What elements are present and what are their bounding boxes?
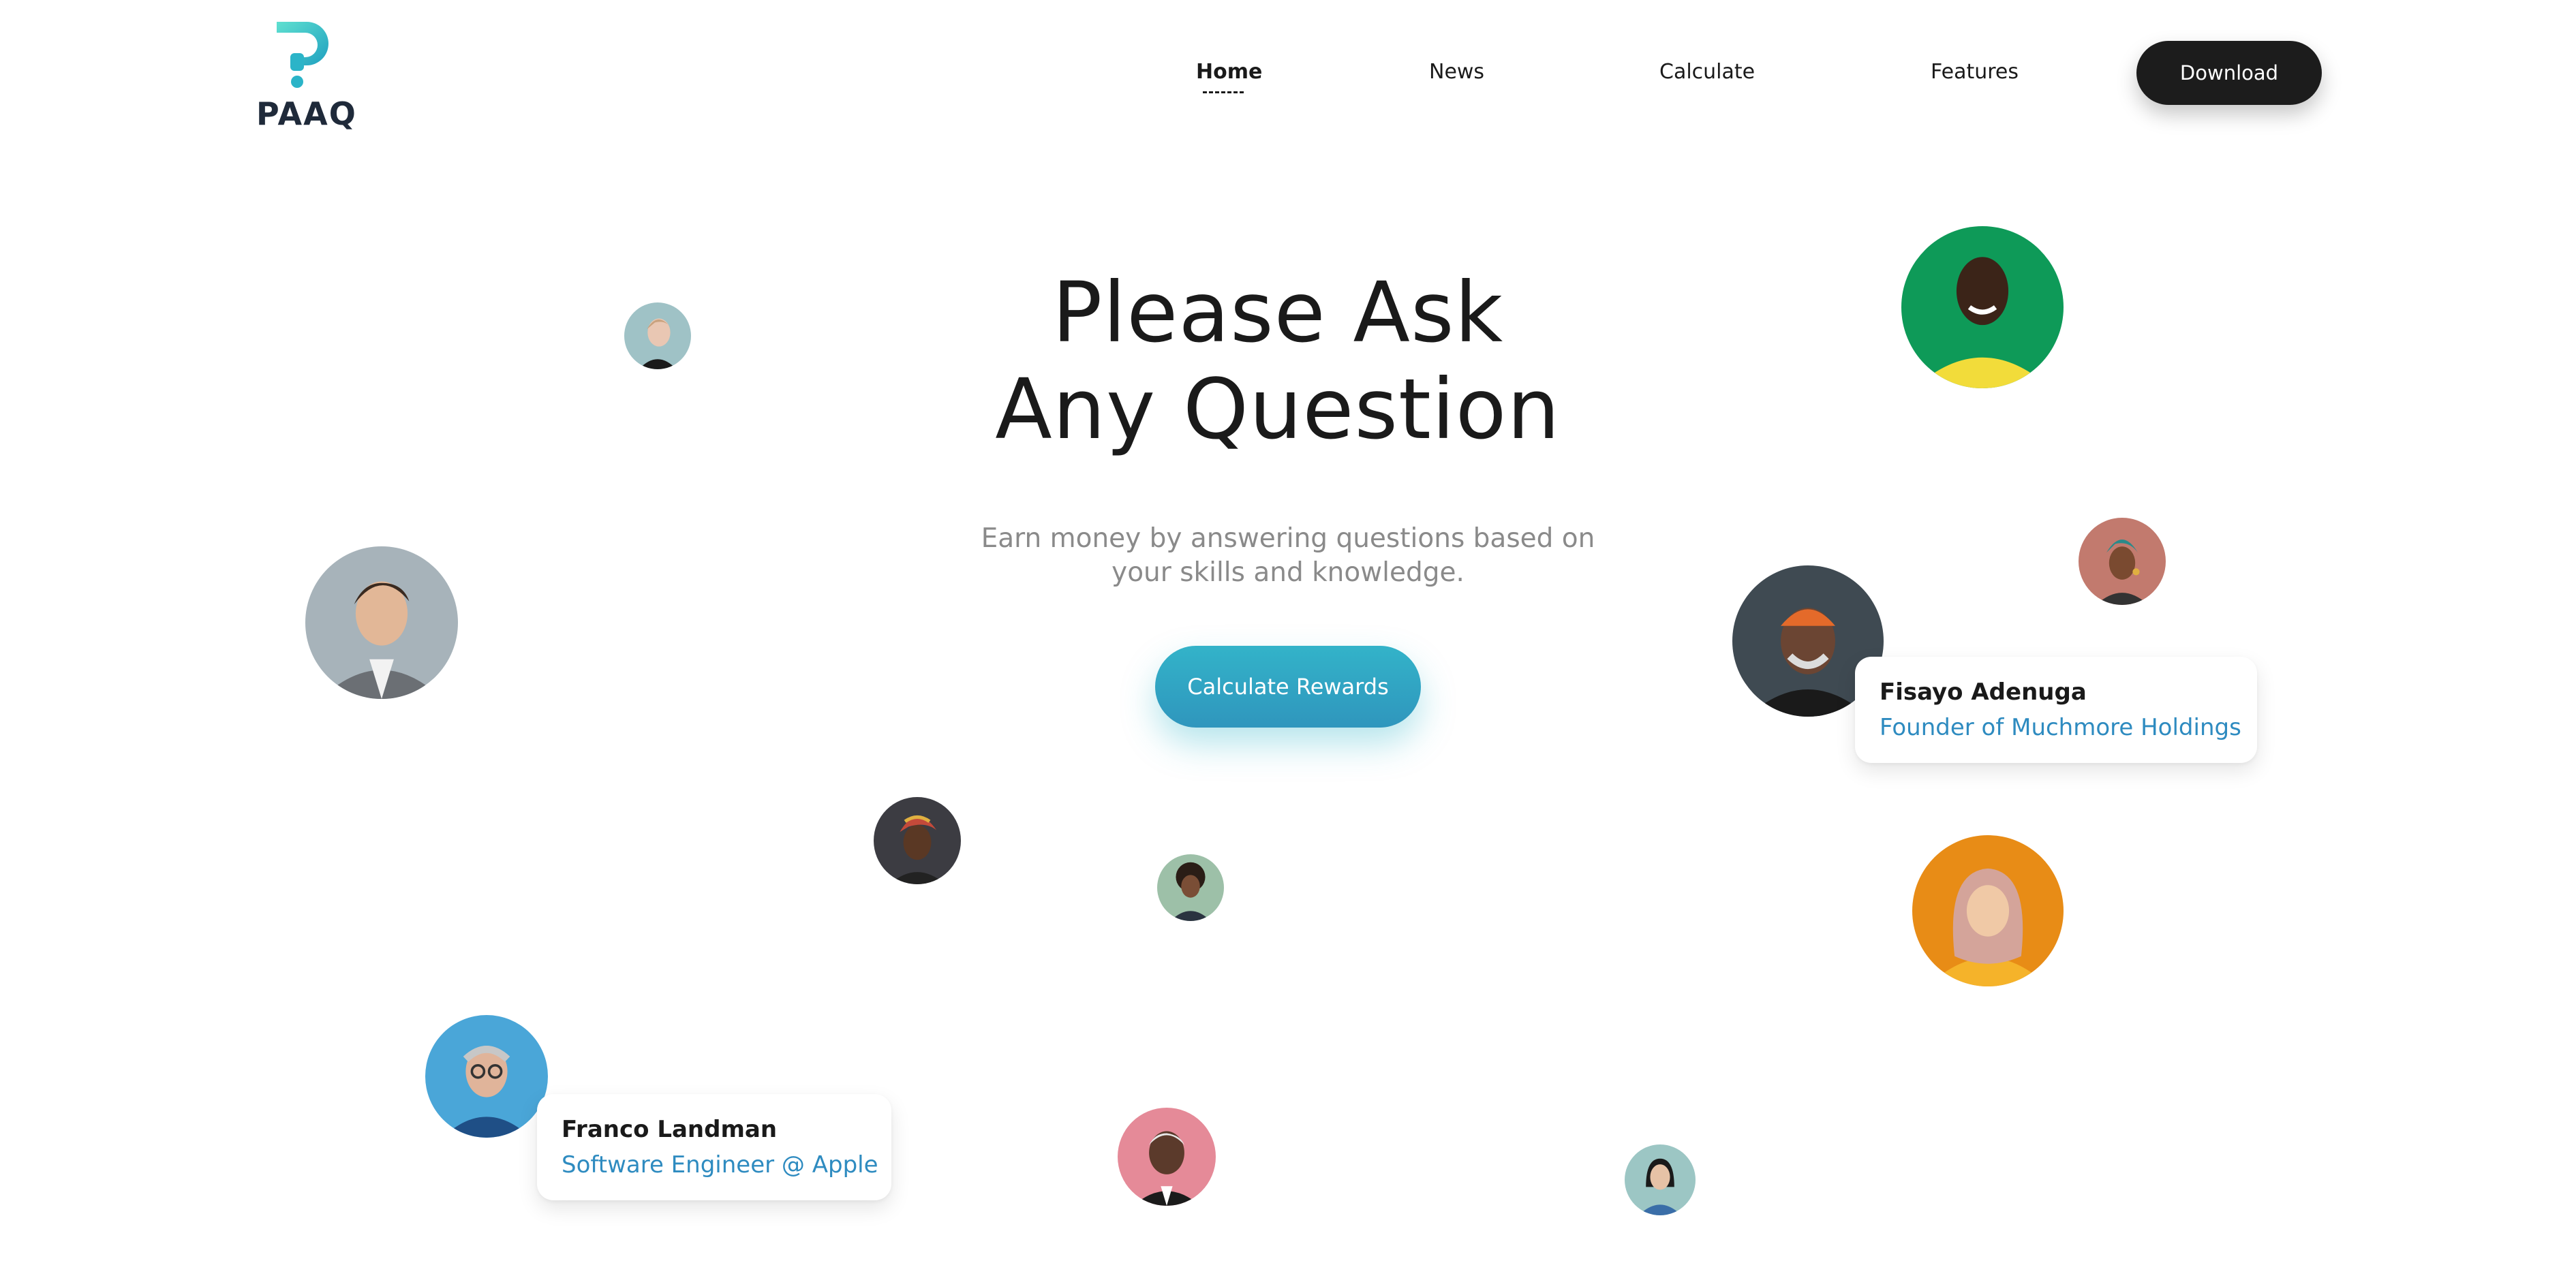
nav-item-label: Features bbox=[1931, 60, 2019, 84]
landing-page: PAAQ Home News Calculate Features Downlo… bbox=[0, 0, 2576, 1263]
nav-item-calculate[interactable]: Calculate bbox=[1659, 60, 1755, 84]
brand-logo[interactable]: PAAQ bbox=[256, 18, 357, 134]
profile-name: Fisayo Adenuga bbox=[1880, 679, 2087, 706]
nav-item-features[interactable]: Features bbox=[1931, 60, 2019, 84]
avatar bbox=[1118, 1108, 1216, 1206]
hero-title-line1: Please Ask bbox=[1052, 264, 1504, 361]
brand-name: PAAQ bbox=[256, 95, 357, 132]
profile-role: Founder of Muchmore Holdings bbox=[1880, 714, 2241, 741]
avatar bbox=[874, 797, 961, 884]
profile-name: Franco Landman bbox=[562, 1116, 778, 1143]
hero-subtitle-line2: your skills and knowledge. bbox=[1111, 557, 1465, 588]
avatar bbox=[1901, 226, 2064, 388]
profile-card[interactable]: Fisayo Adenuga Founder of Muchmore Holdi… bbox=[1855, 657, 2257, 763]
active-underline bbox=[1203, 91, 1244, 93]
nav-item-home[interactable]: Home bbox=[1196, 60, 1263, 93]
avatar bbox=[2079, 518, 2166, 605]
nav-item-label: News bbox=[1429, 60, 1485, 84]
avatar bbox=[305, 546, 458, 699]
download-button[interactable]: Download bbox=[2136, 41, 2322, 105]
hero-subtitle-line1: Earn money by answering questions based … bbox=[981, 523, 1595, 554]
avatar bbox=[624, 302, 691, 369]
hero-title: Please Ask Any Question bbox=[879, 264, 1676, 458]
avatar bbox=[1157, 854, 1224, 921]
profile-card[interactable]: Franco Landman Software Engineer @ Apple bbox=[537, 1094, 891, 1200]
nav-item-label: Calculate bbox=[1659, 60, 1755, 84]
hero-subtitle: Earn money by answering questions based … bbox=[964, 522, 1612, 590]
hero-title-line2: Any Question bbox=[995, 361, 1561, 458]
avatar bbox=[1625, 1144, 1696, 1215]
nav-item-label: Home bbox=[1196, 60, 1263, 84]
calculate-rewards-button[interactable]: Calculate Rewards bbox=[1155, 646, 1421, 728]
avatar bbox=[425, 1015, 548, 1138]
profile-role: Software Engineer @ Apple bbox=[562, 1151, 878, 1179]
question-mark-logo-icon bbox=[277, 22, 328, 88]
avatar bbox=[1912, 835, 2064, 986]
nav-item-news[interactable]: News bbox=[1429, 60, 1484, 84]
